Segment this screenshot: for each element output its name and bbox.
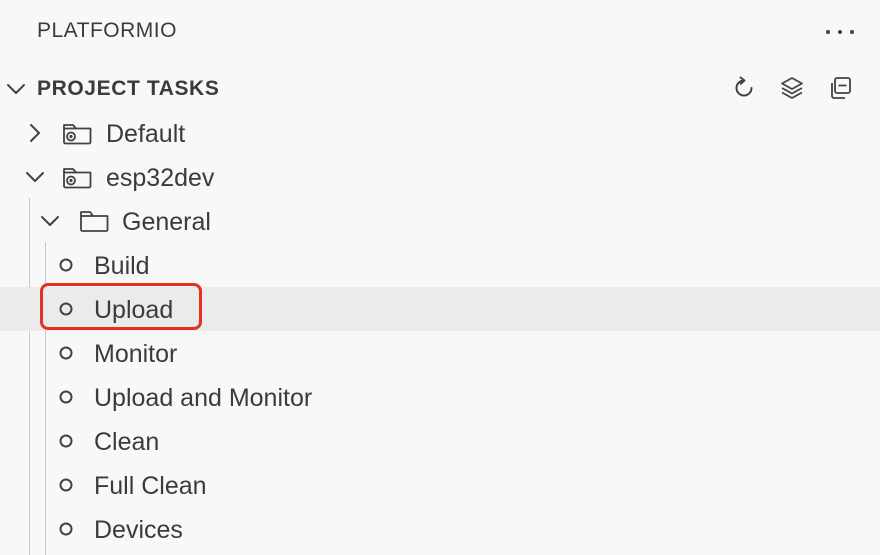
task-circle-icon — [59, 258, 73, 272]
task-circle-icon — [59, 434, 73, 448]
tree-item-general[interactable]: General — [0, 199, 880, 243]
section-actions — [730, 74, 854, 102]
tree-item-label: General — [122, 208, 211, 236]
chevron-right-icon — [30, 124, 40, 142]
task-circle-icon — [59, 478, 73, 492]
task-label: Upload and Monitor — [94, 384, 313, 412]
env-folder-icon — [63, 168, 92, 189]
panel-title: PLATFORMIO — [37, 19, 177, 42]
chevron-down-icon — [26, 172, 44, 182]
tree-item-default[interactable]: Default — [0, 111, 880, 155]
tree-item-esp32dev[interactable]: esp32dev — [0, 155, 880, 199]
task-item-upload-and-monitor[interactable]: Upload and Monitor — [0, 375, 880, 419]
task-label: Devices — [94, 516, 183, 544]
task-circle-icon — [59, 390, 73, 404]
task-label: Monitor — [94, 340, 178, 368]
more-actions-icon[interactable] — [826, 19, 854, 45]
task-item-build[interactable]: Build — [0, 243, 880, 287]
task-circle-icon — [59, 522, 73, 536]
task-item-clean[interactable]: Clean — [0, 419, 880, 463]
task-label: Build — [94, 252, 150, 280]
task-label: Full Clean — [94, 472, 207, 500]
platformio-sidebar: PLATFORMIO PROJECT TASKS Default esp32de… — [0, 0, 880, 555]
layers-icon[interactable] — [778, 74, 806, 102]
task-item-devices[interactable]: Devices — [0, 507, 880, 551]
chevron-down-icon — [7, 84, 25, 94]
refresh-icon[interactable] — [730, 74, 758, 102]
task-circle-icon — [59, 346, 73, 360]
task-item-full-clean[interactable]: Full Clean — [0, 463, 880, 507]
project-tasks-section-header[interactable]: PROJECT TASKS — [0, 68, 880, 110]
folder-icon — [80, 211, 109, 232]
panel-header: PLATFORMIO — [0, 0, 880, 64]
section-title: PROJECT TASKS — [37, 77, 220, 100]
chevron-down-icon — [41, 216, 59, 226]
tree-item-label: Default — [106, 120, 186, 148]
env-folder-icon — [63, 124, 92, 145]
collapse-all-icon[interactable] — [826, 74, 854, 102]
upload-highlight-box — [40, 283, 202, 330]
task-label: Clean — [94, 428, 160, 456]
task-item-monitor[interactable]: Monitor — [0, 331, 880, 375]
tree-item-label: esp32dev — [106, 164, 215, 192]
